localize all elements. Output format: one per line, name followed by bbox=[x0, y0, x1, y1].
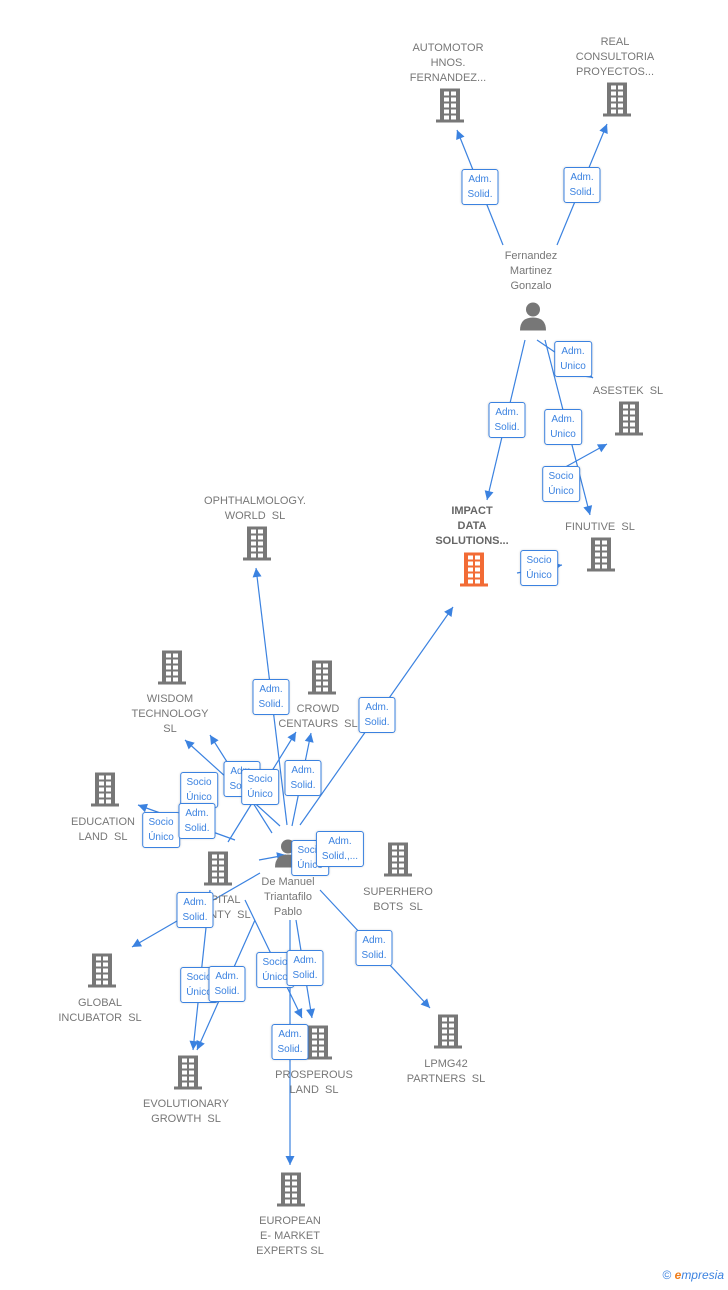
building-icon[interactable] bbox=[88, 772, 122, 813]
building-icon[interactable] bbox=[201, 851, 235, 892]
edge-role-label: Socio Único bbox=[542, 466, 580, 502]
edge-role-label: Adm. Solid. bbox=[488, 402, 526, 438]
building-icon[interactable] bbox=[431, 1014, 465, 1055]
node-label-european[interactable]: EUROPEAN E- MARKET EXPERTS SL bbox=[256, 1214, 324, 1259]
node-label-fernandez[interactable]: Fernandez Martinez Gonzalo bbox=[505, 249, 558, 294]
building-icon[interactable] bbox=[274, 1172, 308, 1213]
node-label-prosperous[interactable]: PROSPEROUS LAND SL bbox=[275, 1068, 353, 1098]
edge-role-label: Adm. Solid. bbox=[208, 966, 246, 1002]
arrowhead-icon bbox=[306, 1008, 315, 1018]
arrowhead-icon bbox=[583, 505, 593, 515]
edge-role-label: Adm. Solid. bbox=[355, 930, 393, 966]
node-label-superhero[interactable]: SUPERHERO BOTS SL bbox=[363, 885, 433, 915]
node-label-education[interactable]: EDUCATION LAND SL bbox=[71, 815, 135, 845]
building-icon[interactable] bbox=[305, 660, 339, 701]
arrowhead-icon bbox=[252, 568, 262, 578]
building-icon[interactable] bbox=[612, 401, 646, 442]
building-icon[interactable] bbox=[433, 88, 467, 129]
arrowhead-icon bbox=[132, 938, 143, 947]
brand-logo: © empresia bbox=[662, 1268, 724, 1282]
building-icon[interactable] bbox=[85, 953, 119, 994]
building-icon[interactable] bbox=[155, 650, 189, 691]
arrowhead-icon bbox=[444, 607, 453, 617]
edge-role-label: Adm. Solid. bbox=[461, 169, 499, 205]
node-label-automotor[interactable]: AUTOMOTOR HNOS. FERNANDEZ... bbox=[410, 41, 486, 86]
edge-role-label: Socio Único bbox=[142, 812, 180, 848]
arrowhead-icon bbox=[304, 733, 314, 743]
node-label-real[interactable]: REAL CONSULTORIA PROYECTOS... bbox=[576, 35, 654, 80]
building-icon[interactable] bbox=[240, 526, 274, 567]
copyright-icon: © bbox=[662, 1268, 672, 1282]
node-label-finutive[interactable]: FINUTIVE SL bbox=[565, 520, 635, 535]
edge-role-label: Adm. Unico bbox=[554, 341, 592, 377]
network-diagram: AUTOMOTOR HNOS. FERNANDEZ... REAL CONSULT… bbox=[0, 0, 728, 1290]
node-label-lpmg42[interactable]: LPMG42 PARTNERS SL bbox=[407, 1057, 485, 1087]
edge-role-label: Adm. Solid.,... bbox=[315, 831, 365, 867]
arrowhead-icon bbox=[287, 732, 296, 743]
edge-role-label: Adm. Solid. bbox=[252, 679, 290, 715]
building-icon[interactable] bbox=[584, 537, 618, 578]
node-label-crowd[interactable]: CROWD CENTAURS SL bbox=[278, 702, 357, 732]
person-icon[interactable] bbox=[518, 301, 548, 336]
node-label-global[interactable]: GLOBAL INCUBATOR SL bbox=[58, 996, 141, 1026]
node-label-ophthalmology[interactable]: OPHTHALMOLOGY. WORLD SL bbox=[204, 494, 306, 524]
arrowhead-icon bbox=[210, 735, 219, 746]
building-icon[interactable] bbox=[600, 82, 634, 123]
building-icon[interactable] bbox=[381, 842, 415, 883]
arrowhead-icon bbox=[285, 1156, 295, 1165]
node-label-asestek[interactable]: ASESTEK SL bbox=[593, 384, 663, 399]
node-label-evolutionary[interactable]: EVOLUTIONARY GROWTH SL bbox=[143, 1097, 229, 1127]
edge-role-label: Adm. Solid. bbox=[176, 892, 214, 928]
edge-role-label: Socio Único bbox=[241, 769, 279, 805]
arrowhead-icon bbox=[484, 490, 494, 500]
node-label-impact[interactable]: IMPACT DATA SOLUTIONS... bbox=[435, 504, 508, 549]
edge-role-label: Adm. Solid. bbox=[271, 1024, 309, 1060]
building-icon[interactable] bbox=[171, 1055, 205, 1096]
edges-layer bbox=[131, 123, 608, 1165]
edge-role-label: Adm. Unico bbox=[544, 409, 582, 445]
building-icon[interactable] bbox=[457, 552, 491, 593]
edge-role-label: Adm. Solid. bbox=[563, 167, 601, 203]
edge-role-label: Adm. Solid. bbox=[178, 803, 216, 839]
node-label-wisdom[interactable]: WISDOM TECHNOLOGY SL bbox=[131, 692, 208, 737]
brand-name: mpresia bbox=[681, 1268, 724, 1282]
edge-role-label: Adm. Solid. bbox=[284, 760, 322, 796]
node-label-demanuel[interactable]: De Manuel Triantafilo Pablo bbox=[261, 875, 314, 920]
edge-role-label: Adm. Solid. bbox=[286, 950, 324, 986]
edge-role-label: Socio Único bbox=[520, 550, 558, 586]
edge-role-label: Adm. Solid. bbox=[358, 697, 396, 733]
